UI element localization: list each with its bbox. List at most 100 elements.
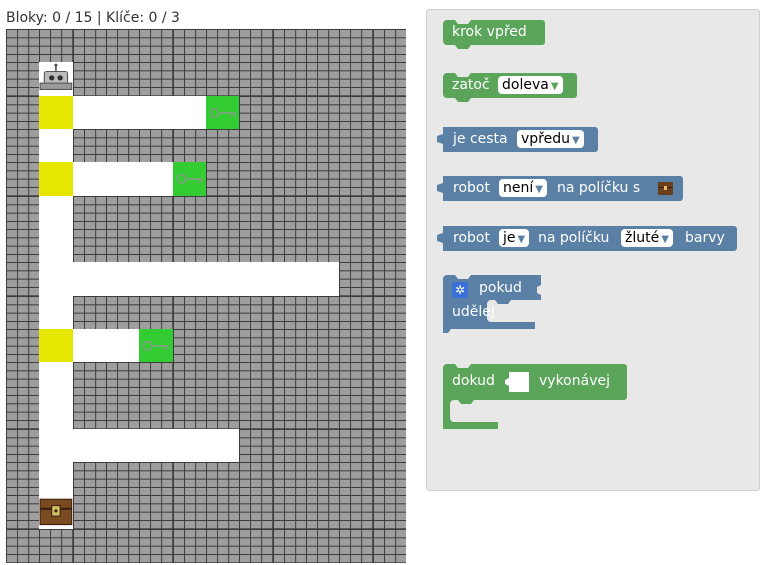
robot-on-item-block[interactable]: robot není ▼ na políčku s <box>437 176 683 202</box>
yellow-cell <box>39 162 74 197</box>
turn-direction-value: doleva <box>502 77 549 93</box>
path-cell <box>206 428 240 463</box>
robot-on-item-label: robot <box>453 180 490 196</box>
wall-cell <box>272 362 307 396</box>
wall-cell <box>72 295 107 330</box>
dropdown-arrow-icon: ▼ <box>550 81 559 92</box>
wall-cell <box>206 495 240 530</box>
wall-cell <box>6 162 40 197</box>
wall-cell <box>139 295 174 330</box>
wall-cell <box>306 29 340 63</box>
wall-cell <box>39 528 74 563</box>
block-toolbox: krok vpřed zatoč doleva ▼ je cesta vpředu… <box>426 9 760 491</box>
wall-cell <box>6 228 40 263</box>
wall-cell <box>372 362 407 396</box>
status-text: Bloky: 0 / 15 | Klíče: 0 / 3 <box>6 10 180 26</box>
wall-cell <box>206 228 240 263</box>
wall-cell <box>372 495 407 530</box>
wall-cell <box>172 62 207 97</box>
robot-on-color-block[interactable]: robot je ▼ na políčku žluté ▼ barvy <box>437 226 737 252</box>
wall-cell <box>306 128 340 163</box>
robot-on-color-mid-label: na políčku <box>538 230 610 246</box>
wall-cell <box>72 462 107 496</box>
turn-label: zatoč <box>452 77 490 93</box>
robot-on-item-mid-label: na políčku s <box>557 180 641 196</box>
key-cell <box>206 95 240 130</box>
key-cell <box>139 328 174 363</box>
wall-cell <box>206 62 240 97</box>
wall-cell <box>106 62 140 97</box>
wall-cell <box>339 128 374 163</box>
wall-cell <box>6 29 40 63</box>
path-direction-dropdown[interactable]: vpředu ▼ <box>517 130 584 148</box>
wall-cell <box>272 62 307 97</box>
if-block[interactable]: ✲ pokud udělej <box>443 275 553 339</box>
wall-cell <box>106 528 140 563</box>
wall-cell <box>306 428 340 463</box>
wall-cell <box>172 528 207 563</box>
wall-cell <box>206 395 240 430</box>
wall-cell <box>6 362 40 396</box>
wall-cell <box>172 228 207 263</box>
wall-cell <box>306 528 340 563</box>
yellow-cell <box>39 95 74 130</box>
wall-cell <box>339 62 374 97</box>
wall-cell <box>6 95 40 130</box>
path-cell <box>306 262 340 296</box>
move-forward-block[interactable]: krok vpřed <box>443 20 546 49</box>
wall-cell <box>339 428 374 463</box>
wall-cell <box>72 195 107 230</box>
path-cell <box>39 128 74 163</box>
path-cell <box>106 162 140 197</box>
chest-cell <box>39 495 74 530</box>
wall-cell <box>106 495 140 530</box>
wall-cell <box>72 29 107 63</box>
path-cell <box>172 428 207 463</box>
wall-cell <box>306 228 340 263</box>
robot-color-negation-dropdown[interactable]: je ▼ <box>499 229 530 247</box>
wall-cell <box>306 295 340 330</box>
turn-direction-dropdown[interactable]: doleva ▼ <box>498 76 563 94</box>
robot-on-negation-dropdown[interactable]: není ▼ <box>499 179 547 197</box>
wall-cell <box>6 395 40 430</box>
robot-cell <box>39 62 74 97</box>
wall-cell <box>106 462 140 496</box>
wall-cell <box>172 328 207 363</box>
path-cell <box>39 195 74 230</box>
wall-cell <box>172 362 207 396</box>
wall-cell <box>106 195 140 230</box>
wall-cell <box>272 395 307 430</box>
wall-cell <box>372 62 407 97</box>
wall-cell <box>72 362 107 396</box>
wall-cell <box>372 528 407 563</box>
path-cell <box>39 262 74 296</box>
wall-cell <box>239 29 274 63</box>
path-cell <box>39 295 74 330</box>
wall-cell <box>339 295 374 330</box>
robot-icon <box>39 63 73 91</box>
wall-cell <box>372 428 407 463</box>
path-check-block[interactable]: je cesta vpředu ▼ <box>437 127 598 153</box>
path-cell <box>39 228 74 263</box>
color-value: žluté <box>625 230 660 246</box>
wall-cell <box>339 462 374 496</box>
wall-cell <box>6 295 40 330</box>
chest-icon[interactable] <box>658 182 673 195</box>
wall-cell <box>272 162 307 197</box>
while-block[interactable]: dokud vykonávej <box>443 364 628 438</box>
wall-cell <box>6 462 40 496</box>
gear-icon[interactable]: ✲ <box>452 282 468 298</box>
wall-cell <box>372 95 407 130</box>
wall-cell <box>206 29 240 63</box>
wall-cell <box>306 495 340 530</box>
path-check-label: je cesta <box>453 131 508 147</box>
chest-icon <box>39 499 73 526</box>
wall-cell <box>6 262 40 296</box>
dropdown-arrow-icon: ▼ <box>535 184 543 195</box>
color-dropdown[interactable]: žluté ▼ <box>621 229 673 247</box>
yellow-cell <box>39 328 74 363</box>
turn-block[interactable]: zatoč doleva ▼ <box>443 73 577 102</box>
wall-cell <box>339 195 374 230</box>
path-direction-value: vpředu <box>521 131 570 147</box>
wall-cell <box>6 528 40 563</box>
